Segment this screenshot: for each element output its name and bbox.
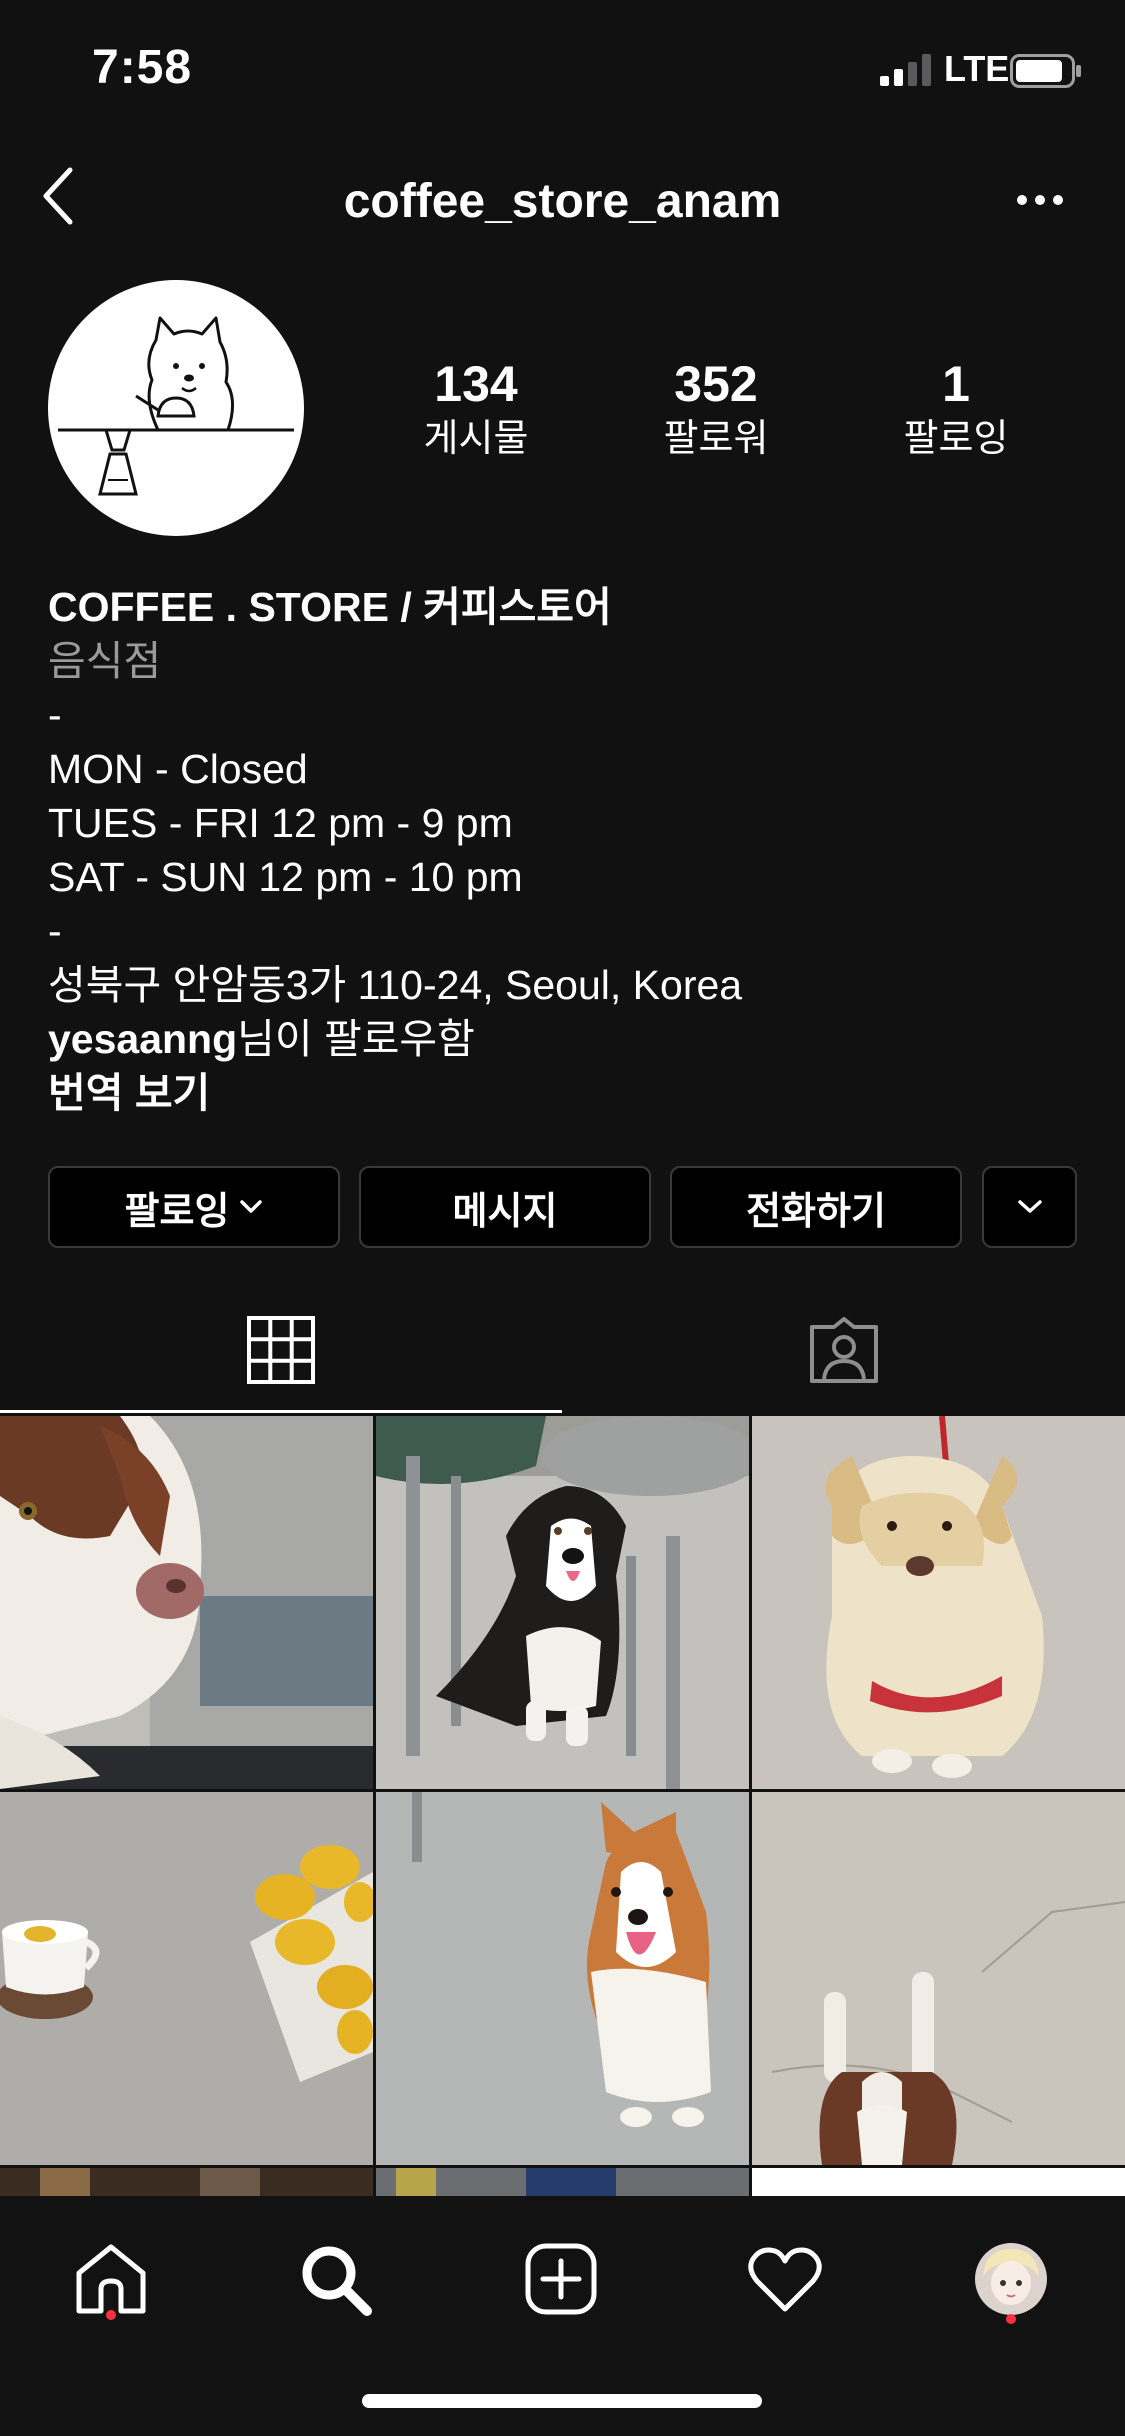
chevron-down-icon <box>240 1200 263 1213</box>
post-image-dog-under-chairs <box>376 1416 749 1789</box>
post-thumbnail[interactable] <box>0 2168 373 2196</box>
battery-icon <box>1010 54 1081 88</box>
samoyed-logo-illustration <box>58 316 294 496</box>
post-thumbnail[interactable] <box>0 1416 373 1789</box>
business-category: 음식점 <box>48 638 162 684</box>
profile-actions: 팔로잉 메시지 전화하기 <box>48 1166 1077 1250</box>
bio-line: - <box>48 692 62 738</box>
following-button-label: 팔로잉 <box>124 1190 230 1233</box>
post-thumbnail[interactable] <box>0 1792 373 2165</box>
posts-label: 게시물 <box>423 418 529 460</box>
stat-following[interactable]: 1 팔로잉 <box>856 356 1056 464</box>
call-button[interactable]: 전화하기 <box>670 1166 962 1248</box>
profile-bio: COFFEE . STORE / 커피스토어 음식점 - MON - Close… <box>48 580 1088 1120</box>
grid-icon <box>247 1316 315 1384</box>
post-image-dog-closeup <box>0 1416 373 1789</box>
followed-by-suffix: 님이 팔로우함 <box>237 1016 475 1062</box>
home-indicator[interactable] <box>362 2394 762 2408</box>
bio-line: SAT - SUN 12 pm - 10 pm <box>48 854 523 900</box>
post-thumbnail[interactable] <box>752 2168 1125 2196</box>
tab-profile[interactable] <box>966 2234 1056 2324</box>
post-thumbnail[interactable] <box>376 2168 749 2196</box>
post-image-partial <box>376 2168 749 2196</box>
status-bar: 7:58 LTE <box>0 0 1125 130</box>
followed-by-username[interactable]: yesaanng <box>48 1016 237 1062</box>
search-icon <box>302 2246 372 2316</box>
profile-username: coffee_store_anam <box>343 175 782 228</box>
followers-count: 352 <box>674 356 758 412</box>
bio-line: TUES - FRI 12 pm - 9 pm <box>48 800 513 846</box>
following-count: 1 <box>942 356 970 412</box>
profile-avatar-icon <box>975 2243 1047 2315</box>
posts-count: 134 <box>434 356 518 412</box>
bio-address[interactable]: 성북구 안암동3가 110-24, Seoul, Korea <box>48 958 1088 1012</box>
post-thumbnail[interactable] <box>376 1792 749 2165</box>
call-button-label: 전화하기 <box>746 1190 886 1233</box>
tab-new-post[interactable] <box>516 2234 606 2324</box>
post-thumbnail[interactable] <box>752 1416 1125 1789</box>
message-button-label: 메시지 <box>452 1190 558 1233</box>
cellular-signal-icon <box>880 54 931 86</box>
post-thumbnail[interactable] <box>752 1792 1125 2165</box>
bio-line: - <box>48 908 62 954</box>
plus-square-icon <box>525 2243 597 2315</box>
profile-notification-dot <box>1006 2314 1016 2324</box>
bio-line: MON - Closed <box>48 746 308 792</box>
home-notification-dot <box>106 2310 116 2320</box>
suggested-accounts-button[interactable] <box>982 1166 1077 1248</box>
posts-grid <box>0 1416 1125 2196</box>
following-label: 팔로잉 <box>903 418 1009 460</box>
profile-nav-bar: coffee_store_anam <box>0 140 1125 260</box>
home-icon <box>76 2244 146 2314</box>
network-type: LTE <box>944 48 1010 89</box>
post-thumbnail[interactable] <box>376 1416 749 1789</box>
heart-icon <box>748 2247 822 2312</box>
tab-search[interactable] <box>290 2234 380 2324</box>
post-image-coffee-lemons <box>0 1792 373 2165</box>
post-image-corgi <box>376 1792 749 2165</box>
post-image-golden-dog <box>752 1416 1125 1789</box>
chevron-down-icon <box>1017 1200 1042 1213</box>
message-button[interactable]: 메시지 <box>359 1166 651 1248</box>
followed-by[interactable]: yesaanng님이 팔로우함 <box>48 1012 1088 1066</box>
tab-activity[interactable] <box>740 2234 830 2324</box>
following-button[interactable]: 팔로잉 <box>48 1166 340 1248</box>
see-translation-link[interactable]: 번역 보기 <box>48 1066 1088 1120</box>
more-options-icon[interactable] <box>1016 192 1064 208</box>
status-time: 7:58 <box>92 41 193 94</box>
post-image-partial <box>0 2168 373 2196</box>
display-name: COFFEE . STORE / 커피스토어 <box>48 584 612 630</box>
active-tab-indicator <box>0 1410 562 1413</box>
stat-posts[interactable]: 134 게시물 <box>376 356 576 464</box>
tab-grid[interactable] <box>0 1290 562 1410</box>
profile-tabs <box>0 1290 1125 1414</box>
stat-followers[interactable]: 352 팔로워 <box>616 356 816 464</box>
post-image-dog-top-view <box>752 1792 1125 2165</box>
tagged-person-icon <box>810 1317 878 1383</box>
followers-label: 팔로워 <box>663 418 769 460</box>
profile-picture[interactable] <box>48 280 304 536</box>
tab-tagged[interactable] <box>563 1290 1125 1410</box>
